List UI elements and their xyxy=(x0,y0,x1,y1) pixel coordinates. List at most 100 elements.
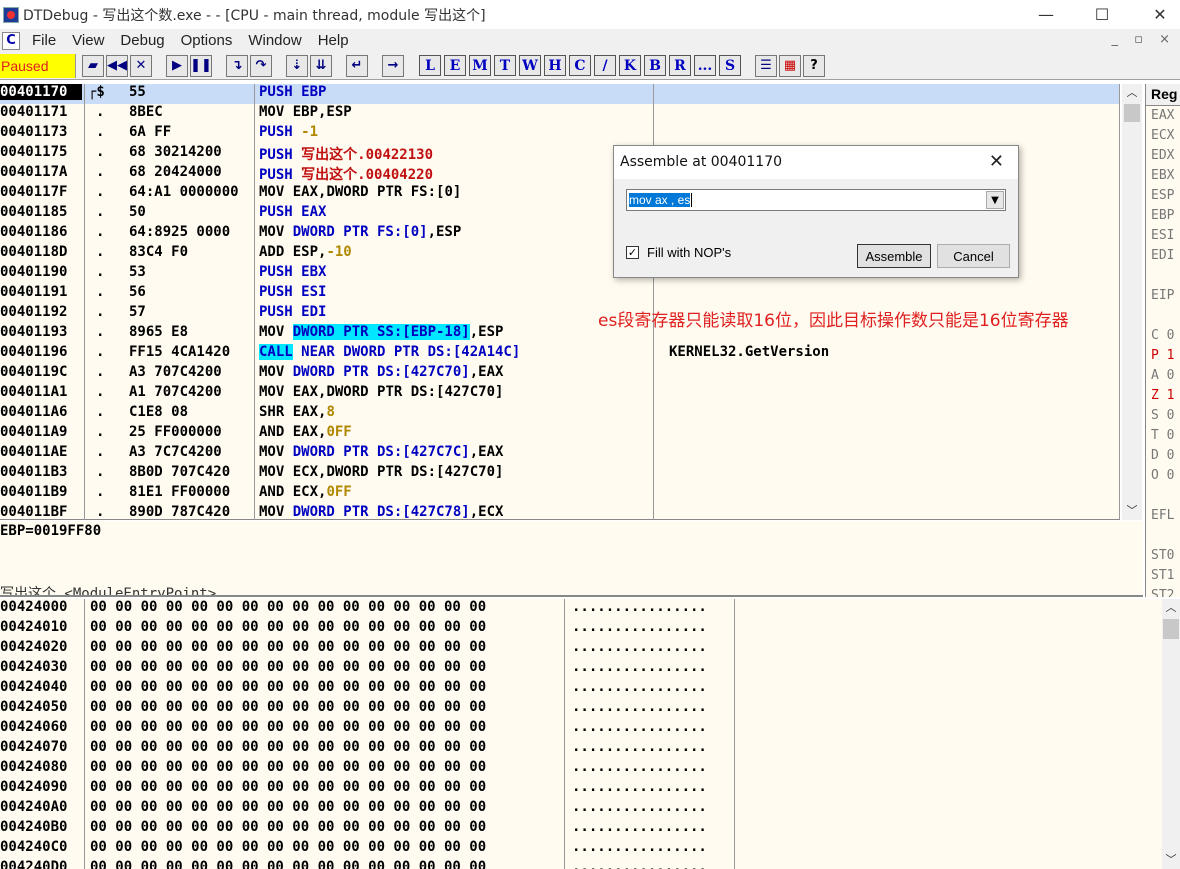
toolbar-handles-button[interactable]: H xyxy=(544,55,566,76)
dump-row[interactable]: 00424000 00 00 00 00 00 00 00 00 00 00 00… xyxy=(0,599,1160,619)
grid-icon[interactable]: ▦ xyxy=(779,54,801,77)
disasm-address: 004011B3 xyxy=(0,464,68,480)
dump-row[interactable]: 004240D0 00 00 00 00 00 00 00 00 00 00 00… xyxy=(0,859,1160,869)
pause-icon[interactable]: ❚❚ xyxy=(190,54,212,77)
disasm-marker: . xyxy=(96,124,105,140)
disasm-address: 00401185 xyxy=(0,204,68,220)
register-label: D 0 xyxy=(1151,448,1175,463)
mdi-window-controls[interactable]: _ ▫ × xyxy=(1112,32,1176,47)
menu-view[interactable]: View xyxy=(64,32,112,49)
disasm-row[interactable]: 00401191. 56 PUSH ESI xyxy=(0,284,1119,304)
cpu-window-icon[interactable]: C xyxy=(2,31,20,50)
disasm-row[interactable]: 004011AE. A3 7C7C4200 MOV DWORD PTR DS:[42… xyxy=(0,444,1119,464)
toolbar-threads-button[interactable]: T xyxy=(494,55,516,76)
toolbar-source-button[interactable]: S xyxy=(719,55,741,76)
dump-row[interactable]: 00424080 00 00 00 00 00 00 00 00 00 00 00… xyxy=(0,759,1160,779)
cancel-button[interactable]: Cancel xyxy=(937,244,1010,268)
trace-over-icon[interactable]: ⇊ xyxy=(310,54,332,77)
toolbar-windows-button[interactable]: W xyxy=(519,55,541,76)
dump-scroll-thumb[interactable] xyxy=(1163,619,1179,639)
dump-row[interactable]: 00424070 00 00 00 00 00 00 00 00 00 00 00… xyxy=(0,739,1160,759)
dump-address: 00424040 xyxy=(0,679,68,695)
toolbar-patches-button[interactable]: / xyxy=(594,55,616,76)
dump-ascii: ................ xyxy=(572,759,707,775)
dump-row[interactable]: 00424020 00 00 00 00 00 00 00 00 00 00 00… xyxy=(0,639,1160,659)
menu-debug[interactable]: Debug xyxy=(112,32,172,49)
run-icon[interactable]: ▶ xyxy=(166,54,188,77)
disasm-hex: 68 20424000 xyxy=(129,164,222,180)
toolbar-runtrace-button[interactable]: ... xyxy=(694,55,716,76)
trace-into-icon[interactable]: ⇣ xyxy=(286,54,308,77)
disasm-address: 00401192 xyxy=(0,304,68,320)
scroll-up-icon[interactable]: ︿ xyxy=(1122,84,1142,102)
disasm-row[interactable]: 00401171. 8BEC MOV EBP,ESP xyxy=(0,104,1119,124)
dump-row[interactable]: 004240A0 00 00 00 00 00 00 00 00 00 00 00… xyxy=(0,799,1160,819)
scroll-thumb[interactable] xyxy=(1124,104,1140,122)
menu-window[interactable]: Window xyxy=(240,32,309,49)
step-into-icon[interactable]: ↴ xyxy=(226,54,248,77)
assemble-input-value[interactable]: mov ax , es xyxy=(629,193,691,207)
disasm-address: 00401171 xyxy=(0,104,68,120)
disassembly-scrollbar[interactable]: ︿ ﹀ xyxy=(1122,84,1142,520)
menu-options[interactable]: Options xyxy=(173,32,241,49)
toolbar-cpu-button[interactable]: C xyxy=(569,55,591,76)
disasm-row[interactable]: 004011B3. 8B0D 707C420 MOV ECX,DWORD PTR D… xyxy=(0,464,1119,484)
toolbar-log-button[interactable]: L xyxy=(419,55,441,76)
dialog-close-icon[interactable]: ✕ xyxy=(989,151,1004,172)
dump-scroll-down-icon[interactable]: ﹀ xyxy=(1162,851,1180,867)
scroll-down-icon[interactable]: ﹀ xyxy=(1122,502,1142,518)
toolbar-modules-button[interactable]: E xyxy=(444,55,466,76)
dump-row[interactable]: 00424010 00 00 00 00 00 00 00 00 00 00 00… xyxy=(0,619,1160,639)
disasm-row[interactable]: 00401173. 6A FF PUSH -1 xyxy=(0,124,1119,144)
assemble-button[interactable]: Assemble xyxy=(857,244,931,268)
minimize-button[interactable]: — xyxy=(1018,0,1074,29)
fill-nops-checkbox[interactable]: ✓ xyxy=(626,246,639,259)
disasm-row[interactable]: 004011A9. 25 FF000000 AND EAX,0FF xyxy=(0,424,1119,444)
step-over-icon[interactable]: ↷ xyxy=(250,54,272,77)
register-label: EBP xyxy=(1151,208,1175,223)
toolbar-memory-button[interactable]: M xyxy=(469,55,491,76)
disasm-address: 004011A9 xyxy=(0,424,68,440)
go-to-icon[interactable]: → xyxy=(382,54,404,77)
assemble-input[interactable]: mov ax , es ▼ xyxy=(626,189,1006,211)
menu-file[interactable]: File xyxy=(24,32,64,49)
menu-help[interactable]: Help xyxy=(310,32,357,49)
toolbar-callstack-button[interactable]: K xyxy=(619,55,641,76)
disasm-instruction: MOV DWORD PTR SS:[EBP-18],ESP xyxy=(259,324,504,340)
help-icon[interactable]: ? xyxy=(803,54,825,77)
disasm-row[interactable]: 00401170 ┌$ 55 PUSH EBP xyxy=(0,84,1119,104)
toolbar-breakpoints-button[interactable]: B xyxy=(644,55,666,76)
close-process-icon[interactable]: ✕ xyxy=(130,54,152,77)
disasm-row[interactable]: 004011A6. C1E8 08 SHR EAX,8 xyxy=(0,404,1119,424)
dump-row[interactable]: 00424060 00 00 00 00 00 00 00 00 00 00 00… xyxy=(0,719,1160,739)
close-button[interactable]: ✕ xyxy=(1132,0,1180,29)
dump-row[interactable]: 00424040 00 00 00 00 00 00 00 00 00 00 00… xyxy=(0,679,1160,699)
disasm-row[interactable]: 00401196. FF15 4CA1420 CALL NEAR DWORD PTR… xyxy=(0,344,1119,364)
dump-row[interactable]: 00424090 00 00 00 00 00 00 00 00 00 00 00… xyxy=(0,779,1160,799)
chevron-down-icon[interactable]: ▼ xyxy=(986,191,1004,209)
disasm-row[interactable]: 004011BF. 890D 787C420 MOV DWORD PTR DS:[4… xyxy=(0,504,1119,519)
dump-hex: 00 00 00 00 00 00 00 00 00 00 00 00 00 0… xyxy=(90,679,487,695)
dump-row[interactable]: 00424030 00 00 00 00 00 00 00 00 00 00 00… xyxy=(0,659,1160,679)
open-icon[interactable]: ▰ xyxy=(82,54,104,77)
execute-till-return-icon[interactable]: ↵ xyxy=(346,54,368,77)
disasm-marker: ┌$ xyxy=(88,84,105,100)
disasm-row[interactable]: 004011A1. A1 707C4200 MOV EAX,DWORD PTR DS… xyxy=(0,384,1119,404)
dump-scroll-up-icon[interactable]: ︿ xyxy=(1162,599,1180,617)
toolbar-references-button[interactable]: R xyxy=(669,55,691,76)
dump-scrollbar[interactable]: ︿ ﹀ xyxy=(1162,599,1180,869)
memory-dump-pane[interactable]: 00424000 00 00 00 00 00 00 00 00 00 00 00… xyxy=(0,599,1162,869)
list-icon[interactable]: ☰ xyxy=(755,54,777,77)
dump-row[interactable]: 004240C0 00 00 00 00 00 00 00 00 00 00 00… xyxy=(0,839,1160,859)
disasm-row[interactable]: 004011B9. 81E1 FF00000 AND ECX,0FF xyxy=(0,484,1119,504)
maximize-button[interactable]: ☐ xyxy=(1074,0,1130,29)
disasm-hex: 81E1 FF00000 xyxy=(129,484,231,500)
dump-row[interactable]: 00424050 00 00 00 00 00 00 00 00 00 00 00… xyxy=(0,699,1160,719)
dump-row[interactable]: 004240B0 00 00 00 00 00 00 00 00 00 00 00… xyxy=(0,819,1160,839)
registers-pane[interactable]: Reg EAX ECX EDX EBX ESP EBP ESI EDI EIP C 0 P 1 A 0… xyxy=(1145,84,1180,597)
disasm-instruction: AND ECX,0FF xyxy=(259,484,352,500)
disasm-row[interactable]: 0040119C. A3 707C4200 MOV DWORD PTR DS:[42… xyxy=(0,364,1119,384)
rewind-icon[interactable]: ◀◀ xyxy=(106,54,128,77)
register-label: EAX xyxy=(1151,108,1175,123)
disasm-address: 004011A1 xyxy=(0,384,68,400)
